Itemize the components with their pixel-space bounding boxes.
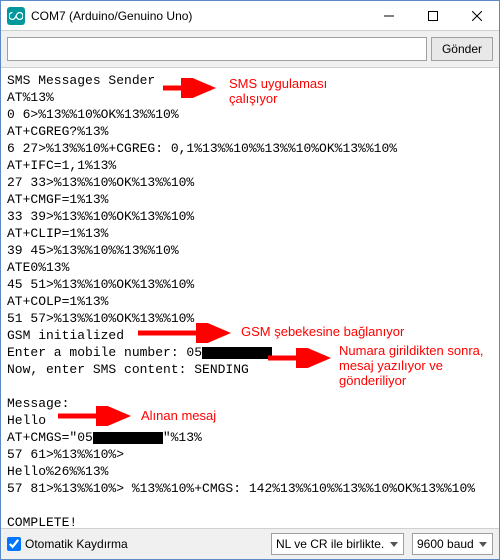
send-button[interactable]: Gönder [431,37,493,61]
baud-select[interactable]: 9600 baud [412,533,493,555]
autoscroll-checkbox[interactable] [7,537,21,551]
minimize-button[interactable] [367,1,411,31]
maximize-button[interactable] [411,1,455,31]
statusbar: Otomatik Kaydırma NL ve CR ile birlikte.… [1,529,499,559]
redacted-phone-2 [93,432,163,444]
toolbar: Gönder [1,31,499,68]
autoscroll-checkbox-label[interactable]: Otomatik Kaydırma [7,537,263,551]
line-ending-select[interactable]: NL ve CR ile birlikte. [271,533,404,555]
output-area: SMS Messages Sender AT%13% 0 6>%13%%10%O… [1,68,499,529]
serial-monitor-window: COM7 (Arduino/Genuino Uno) Gönder SMS Me… [0,0,500,560]
arduino-icon [7,7,25,25]
terminal-output: SMS Messages Sender AT%13% 0 6>%13%%10%O… [1,68,499,528]
titlebar: COM7 (Arduino/Genuino Uno) [1,1,499,31]
close-button[interactable] [455,1,499,31]
autoscroll-text: Otomatik Kaydırma [25,537,128,551]
command-input[interactable] [7,37,427,61]
redacted-phone-1 [202,347,272,359]
window-title: COM7 (Arduino/Genuino Uno) [31,9,367,23]
